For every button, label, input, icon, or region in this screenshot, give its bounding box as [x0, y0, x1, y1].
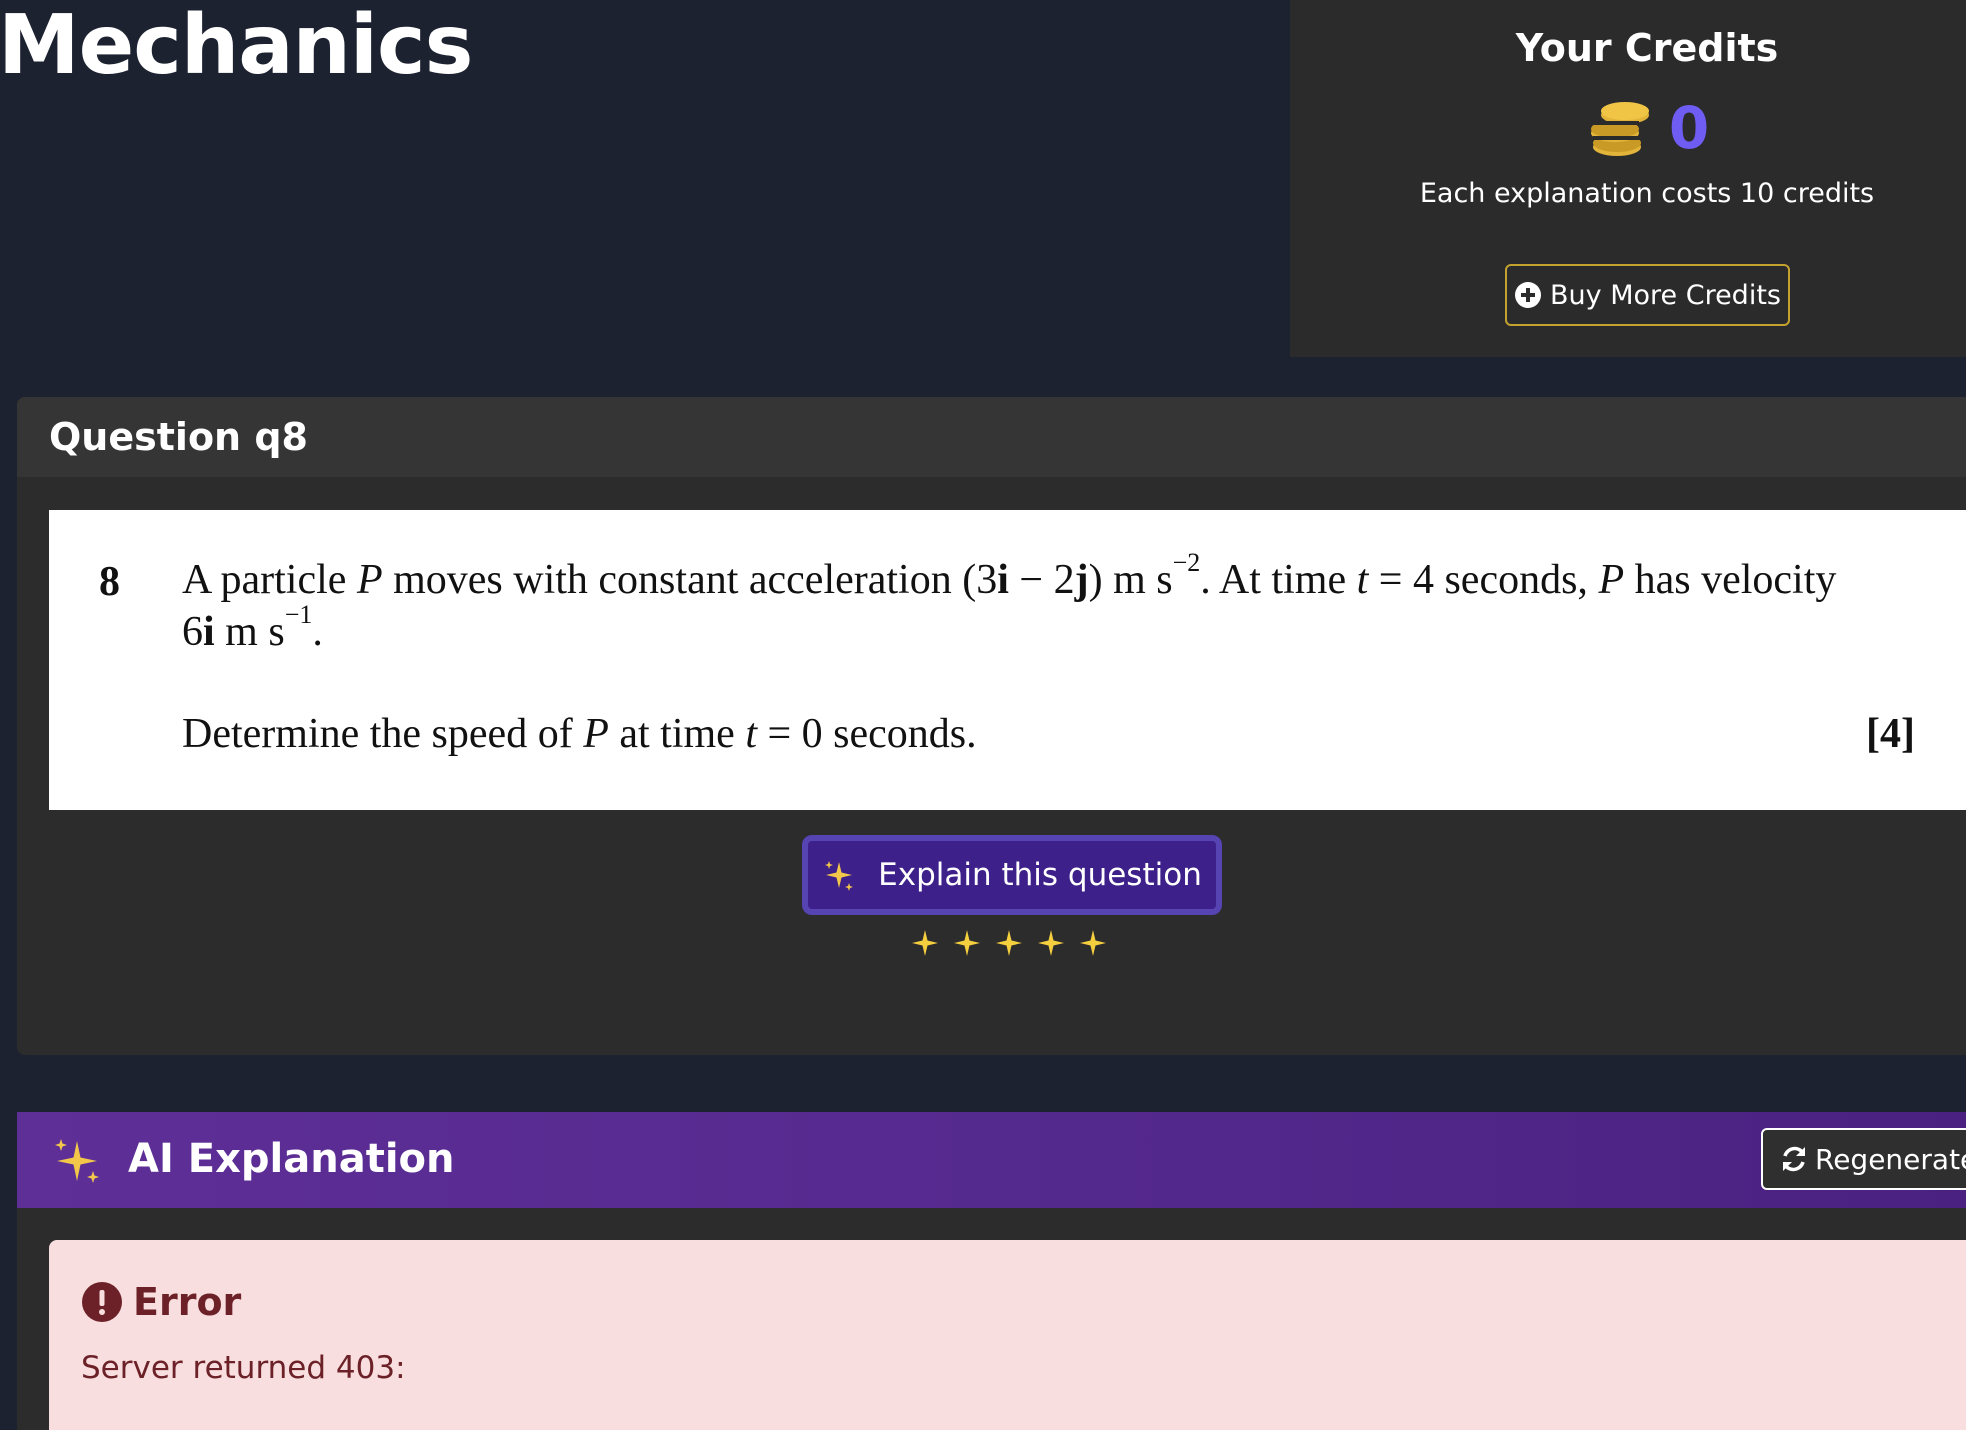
- question-marks: [4]: [1866, 711, 1915, 757]
- ai-explanation-title: AI Explanation: [128, 1136, 455, 1182]
- coins-icon: [1590, 102, 1649, 156]
- loading-stars: [910, 923, 1108, 963]
- explain-question-button[interactable]: Explain this question: [802, 835, 1222, 915]
- plus-circle-icon: [1515, 282, 1541, 308]
- credits-title: Your Credits: [1515, 26, 1779, 70]
- credits-panel: Your Credits 0 Each explanation costs 10…: [1290, 0, 1966, 357]
- question-card: Question q8 8 A particle P moves with co…: [17, 397, 1966, 1055]
- sparkle-icon: [1038, 930, 1064, 956]
- explain-question-label: Explain this question: [878, 857, 1202, 893]
- error-title: Error: [133, 1280, 242, 1324]
- sparkle-icon: [1080, 930, 1106, 956]
- error-message: Server returned 403:: [81, 1350, 406, 1386]
- question-prompt: Determine the speed of P at time t = 0 s…: [182, 711, 977, 757]
- error-title-row: Error: [81, 1280, 241, 1324]
- ai-explanation-card: AI Explanation Regenerate Error Server r…: [17, 1112, 1966, 1430]
- ai-explanation-header: AI Explanation Regenerate: [17, 1112, 1966, 1208]
- sparkles-icon: [825, 861, 854, 891]
- question-text-line-2: 6i m s−1.: [182, 600, 323, 656]
- sparkles-icon: [55, 1139, 99, 1183]
- sparkle-icon: [996, 930, 1022, 956]
- credits-balance: 0: [1668, 94, 1710, 162]
- credits-cost-note: Each explanation costs 10 credits: [1419, 178, 1875, 209]
- page-title: Mechanics: [0, 0, 473, 93]
- exclamation-circle-icon: [82, 1282, 122, 1322]
- question-text-line-1: A particle P moves with constant acceler…: [182, 548, 1837, 604]
- credits-balance-row: 0: [1290, 88, 1966, 168]
- page: Mechanics Your Credits 0 Each explanatio…: [0, 0, 1966, 1430]
- refresh-icon: [1783, 1146, 1805, 1172]
- question-header: Question q8: [17, 397, 1966, 477]
- question-title: Question q8: [49, 415, 308, 459]
- question-number: 8: [99, 559, 120, 605]
- error-alert: Error Server returned 403:: [49, 1240, 1966, 1430]
- buy-more-credits-label: Buy More Credits: [1550, 279, 1781, 311]
- regenerate-label: Regenerate: [1815, 1142, 1966, 1176]
- buy-more-credits-button[interactable]: Buy More Credits: [1505, 264, 1790, 326]
- sparkle-icon: [954, 930, 980, 956]
- question-text-image: 8 A particle P moves with constant accel…: [49, 510, 1966, 810]
- sparkle-icon: [912, 930, 938, 956]
- regenerate-button[interactable]: Regenerate: [1761, 1128, 1966, 1190]
